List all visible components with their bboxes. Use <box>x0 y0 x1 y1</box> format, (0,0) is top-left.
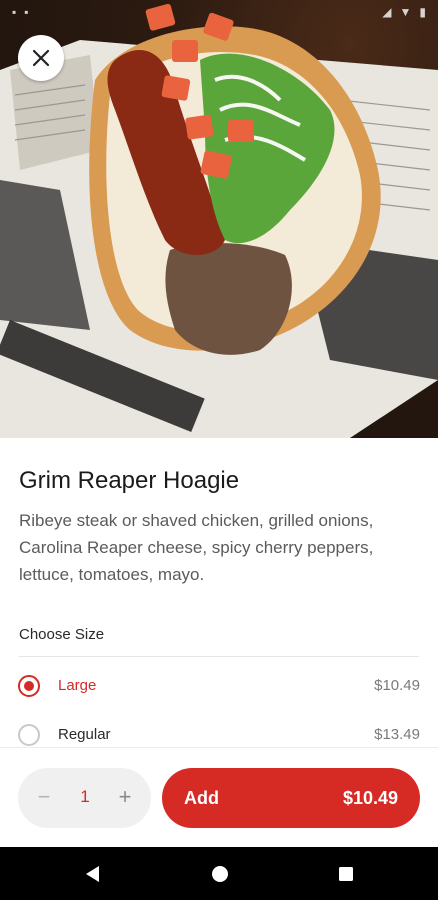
size-option-label: Large <box>58 677 97 694</box>
bottom-action-panel: − 1 + Add $10.49 <box>0 747 438 847</box>
size-option-large[interactable]: Large $10.49 <box>0 667 438 707</box>
radio-selected-icon[interactable] <box>18 675 40 697</box>
system-navigation-bar <box>0 847 438 900</box>
quantity-value: 1 <box>80 787 90 806</box>
quantity-stepper: − 1 + <box>18 768 151 828</box>
recent-apps-icon[interactable] <box>336 864 356 884</box>
steak-filling <box>165 243 292 355</box>
size-option-price: $13.49 <box>374 726 420 743</box>
section-divider <box>19 656 419 657</box>
battery-icon: ▮ <box>419 5 426 19</box>
add-to-cart-button[interactable]: Add $10.49 <box>162 768 420 828</box>
notification-icon: ▪ <box>12 5 17 19</box>
increment-button[interactable]: + <box>115 785 135 809</box>
screen: ▪ ▪ ◢ ▼ ▮ Grim Reaper Hoagie Ribeye stea… <box>0 0 438 900</box>
status-bar: ▪ ▪ ◢ ▼ ▮ <box>0 0 438 24</box>
close-icon <box>32 49 50 67</box>
size-section-title: Choose Size <box>19 626 105 643</box>
home-icon[interactable] <box>210 864 230 884</box>
size-option-price: $10.49 <box>374 677 420 694</box>
notification-icon: ▪ <box>24 5 29 19</box>
wifi-icon: ▼ <box>399 5 412 19</box>
item-photo: ▪ ▪ ◢ ▼ ▮ <box>0 0 438 438</box>
radio-unselected-icon[interactable] <box>18 724 40 746</box>
status-right: ◢ ▼ ▮ <box>382 5 426 19</box>
status-left: ▪ ▪ <box>12 5 29 19</box>
add-button-total: $10.49 <box>342 788 398 808</box>
hoagie-illustration <box>0 3 438 438</box>
size-option-label: Regular <box>58 726 111 743</box>
decrement-button[interactable]: − <box>34 785 54 809</box>
item-title: Grim Reaper Hoagie <box>19 467 240 494</box>
add-button-label: Add <box>184 788 219 808</box>
back-icon[interactable] <box>83 864 103 884</box>
close-button[interactable] <box>18 35 64 81</box>
signal-icon: ◢ <box>382 5 392 19</box>
item-description: Ribeye steak or shaved chicken, grilled … <box>19 511 374 584</box>
